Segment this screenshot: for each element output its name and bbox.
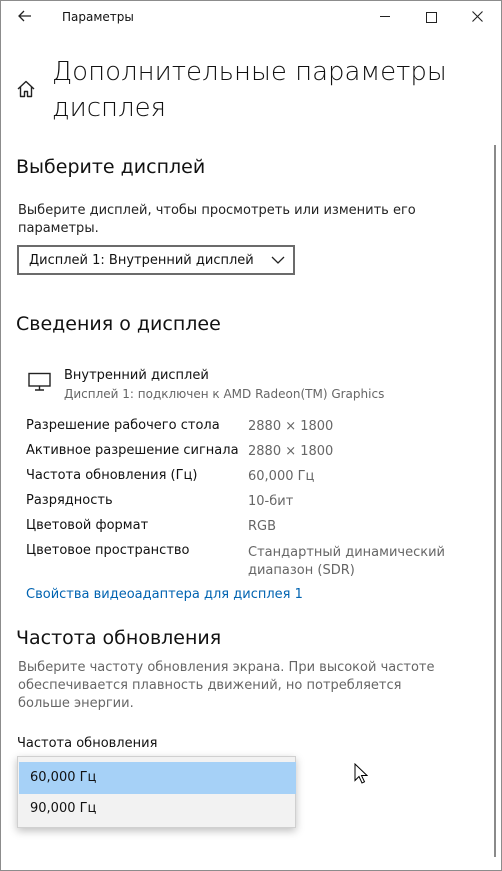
back-button[interactable] xyxy=(12,6,38,28)
display-select-value: Дисплей 1: Внутренний дисплей xyxy=(29,253,254,268)
info-row-value: 10-бит xyxy=(248,494,294,509)
info-row-value: 60,000 Гц xyxy=(248,469,315,484)
close-icon xyxy=(471,11,483,22)
info-row-label: Цветовое пространство xyxy=(26,543,190,558)
info-row-label: Цветовой формат xyxy=(26,518,149,533)
select-display-heading: Выберите дисплей xyxy=(16,156,206,178)
display-connection: Дисплей 1: подключен к AMD Radeon(TM) Gr… xyxy=(64,387,385,401)
monitor-icon xyxy=(28,372,51,391)
info-row-value: RGB xyxy=(248,519,277,534)
minimize-button[interactable] xyxy=(362,0,408,34)
refresh-rate-option[interactable]: 90,000 Гц xyxy=(19,793,296,825)
info-row-value: Стандартный динамический диапазон (SDR) xyxy=(248,545,445,578)
info-row-label: Активное разрешение сигнала xyxy=(26,443,239,458)
select-display-description: Выберите дисплей, чтобы просмотреть или … xyxy=(18,203,416,236)
refresh-rate-heading: Частота обновления xyxy=(16,627,222,649)
arrow-left-icon xyxy=(18,10,31,22)
refresh-rate-label: Частота обновления xyxy=(17,736,158,751)
display-name: Внутренний дисплей xyxy=(64,368,209,383)
adapter-properties-link[interactable]: Свойства видеоадаптера для дисплея 1 xyxy=(26,587,303,602)
info-row-label: Частота обновления (Гц) xyxy=(26,468,198,483)
info-row-value: 2880 × 1800 xyxy=(248,419,334,434)
chevron-down-icon xyxy=(271,256,285,264)
maximize-icon xyxy=(425,11,437,23)
refresh-rate-dropdown[interactable]: 60,000 Гц 90,000 Гц xyxy=(17,756,296,828)
refresh-rate-option-selected[interactable]: 60,000 Гц xyxy=(19,762,296,794)
home-icon[interactable] xyxy=(16,79,36,99)
minimize-icon xyxy=(380,16,390,17)
refresh-rate-description: Выберите частоту обновления экрана. При … xyxy=(18,660,435,711)
scrollbar[interactable] xyxy=(494,145,496,857)
title-bar: Параметры xyxy=(0,0,502,36)
info-row-label: Разрядность xyxy=(26,493,113,508)
window-title: Параметры xyxy=(62,10,134,24)
info-row-value: 2880 × 1800 xyxy=(248,444,334,459)
info-row-label: Разрешение рабочего стола xyxy=(26,418,220,433)
maximize-button[interactable] xyxy=(408,0,454,34)
mouse-cursor-icon xyxy=(354,763,368,784)
display-info-heading: Сведения о дисплее xyxy=(16,313,221,335)
close-button[interactable] xyxy=(454,0,500,34)
page-title: Дополнительные параметры дисплея xyxy=(52,57,447,123)
display-select[interactable]: Дисплей 1: Внутренний дисплей xyxy=(17,245,295,275)
